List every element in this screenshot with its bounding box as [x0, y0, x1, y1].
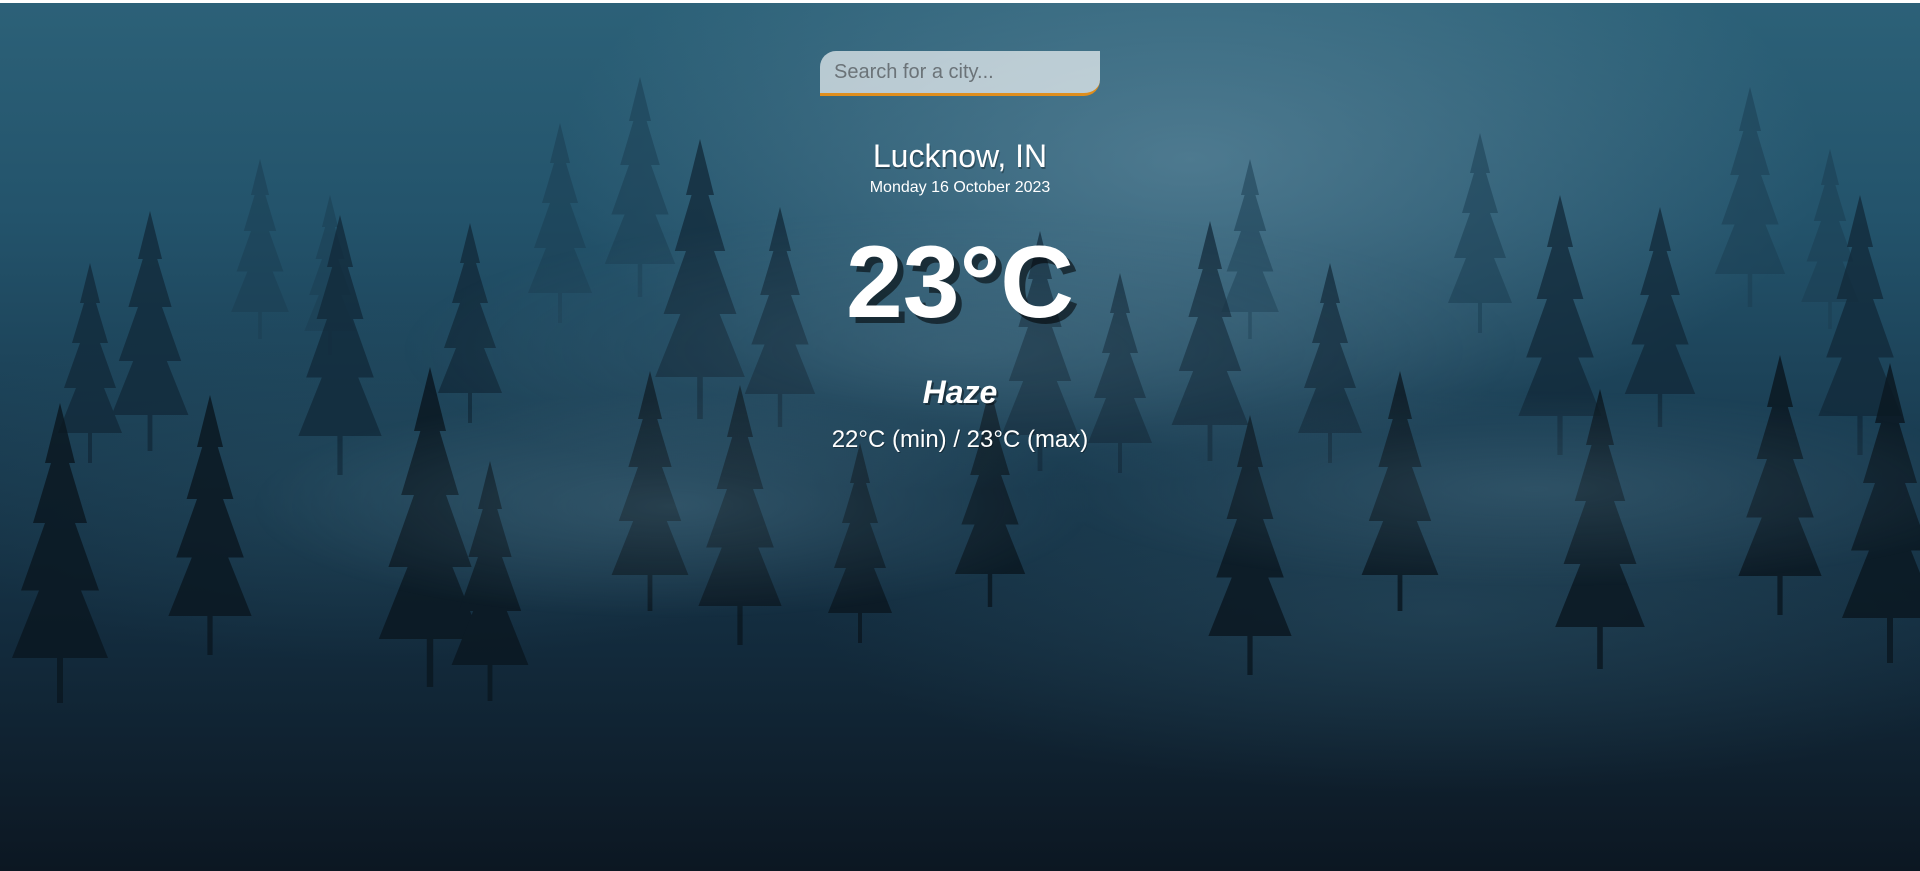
- search-input[interactable]: [820, 51, 1100, 96]
- search-box: [820, 51, 1100, 96]
- min-max-temperature: 22°C (min) / 23°C (max): [831, 426, 1089, 453]
- current-date: Monday 16 October 2023: [869, 179, 1051, 196]
- city-name: Lucknow, IN: [872, 138, 1048, 174]
- weather-condition: Haze: [922, 374, 998, 410]
- current-temperature: 23°C: [846, 225, 1074, 339]
